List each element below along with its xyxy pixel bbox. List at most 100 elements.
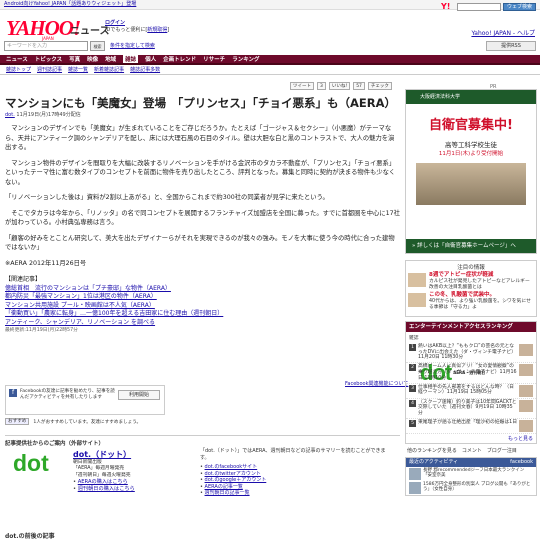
ranking-thumbnail <box>519 399 533 412</box>
related-link[interactable]: アンティーク、シャンデリア、リノベーション を調べる <box>5 319 155 326</box>
tweet-button[interactable]: ツイート <box>290 82 314 90</box>
subnav-item-1[interactable]: 週刊誌記事 <box>37 66 62 74</box>
ranking-thumbnail <box>519 419 533 432</box>
source-right-link[interactable]: dot.のgoogle＋アカウント <box>205 477 267 483</box>
like-button[interactable]: いいね! <box>328 82 351 90</box>
feature-item[interactable]: 8週でアトピー症状が軽減 カルピス社が発見したアトピーなどアレルギー改善の大注目乳… <box>408 272 534 290</box>
ad-link[interactable]: » 詳しくは「自衛官募集ホームページ」へ <box>406 239 536 253</box>
ranking-text: （スクープ速報）釣り美子は10年間GACKTと交際していた（週刊文春）9月19日… <box>418 399 517 417</box>
related-item: 都内防災「最強マンション」1位は港区の物件（AERA） <box>5 293 400 302</box>
ranking-thumbnail <box>519 364 533 377</box>
activity-text: 1586万円全身整形の別案人 ブログ公開も「ありがとう」（女性自身） <box>423 481 531 493</box>
related-heading: 【関連記事】 <box>5 276 42 283</box>
source-link[interactable]: dot. <box>5 112 15 118</box>
feature-title-text: 8週でアトピー症状が軽減 <box>429 272 494 278</box>
article-paragraph: そこでタカラは今年から、「リノッタ」の名で同コンセプトを展開するフランチャイズ加… <box>5 209 400 227</box>
feature-thumbnail <box>408 273 426 287</box>
ranking-item[interactable]: 3 仕事相手の先人部署をするはどんな時？（日経ウーマン）11月19日 15時05分 <box>406 384 536 399</box>
facebook-start-button[interactable]: 利用開始 <box>118 390 160 400</box>
related-link[interactable]: マンション共用施設 プール・映画館は不人気（AERA） <box>5 302 155 309</box>
source-intro: 「dot.（ドット）」ではAERA、週刊朝日などの記事のサマリーを読むことができ… <box>200 448 386 461</box>
subnav-item-4[interactable]: 雑誌記事多数 <box>130 66 160 74</box>
nav-item-0[interactable]: ニュース <box>6 55 28 63</box>
subnav-item-0[interactable]: 雑誌トップ <box>6 66 31 74</box>
section-title[interactable]: ニュース <box>70 22 110 37</box>
feature-title: 注目の情報 <box>457 265 485 271</box>
nav-item-1[interactable]: トピックス <box>35 55 62 63</box>
publish-time: 11月19日(月)17時49分配信 <box>14 112 81 118</box>
related-link[interactable]: 億総首相 流行のマンションは「プチ豪邸」な物件（AERA） <box>5 285 171 292</box>
keyword-search-button[interactable]: 検索 <box>90 41 105 51</box>
help-link[interactable]: Yahoo! JAPAN - ヘルプ <box>471 28 535 37</box>
ranking-item[interactable]: 5 東尾理子が語る壮絶出産「理沙初の妊娠は1日 <box>406 419 536 434</box>
recommend-button[interactable]: おすすめ <box>5 418 30 425</box>
feature-item[interactable]: この冬、乳酸菌で武装中。 40代からは、より強い乳酸菌を。シワを気にせる季節は「守… <box>408 292 534 310</box>
activity-text: 長野 郡recommendedジーフ日本最大ランクイン「安室奈美 <box>423 467 525 479</box>
ranking-more-link[interactable]: もっと見る <box>406 434 536 443</box>
login-link[interactable]: ログイン <box>105 20 125 26</box>
activity-box: 最近のアクティビティ facebook 長野 郡recommendedジーフ日本最… <box>405 456 537 496</box>
facebook-related-link[interactable]: Facebook関連機能について <box>345 380 408 387</box>
related-item: マンション共用施設 プール・映画館は不人気（AERA） <box>5 302 400 311</box>
source-heading: 記事提供社からのご案内（外部サイト） <box>5 441 105 447</box>
ranking-item[interactable]: 2 高橋ビーム人に真似アリ！“女の愛情観察”の乗り越え方（ダ・ヴィンチ電子ナビ）1… <box>406 363 536 384</box>
dot-logo-large[interactable]: dot <box>13 450 58 490</box>
nav-item-5[interactable]: 雑誌 <box>123 55 139 63</box>
ranking-text: 熱いはAKB以上？“ももクロ”の芸名の元となったDVに出会えた（ダ・ヴィンチ電子… <box>418 343 517 361</box>
source-right-link[interactable]: dot.のtwitterアカウント <box>205 471 261 477</box>
ranking-heading: エンターテインメントアクセスランキング <box>406 321 536 332</box>
ranking-number: 4 <box>409 399 416 407</box>
ranking-number: 2 <box>409 364 416 372</box>
advanced-search-link[interactable]: 条件を指定して検索 <box>110 42 155 49</box>
promo-link[interactable]: Android向けYahoo! JAPAN「話題ありウィジェット」登場 <box>4 1 136 7</box>
ranking-text: 高橋ビーム人に真似アリ！“女の愛情観察”の乗り越え方（ダ・ヴィンチ電子ナビ）11… <box>418 364 517 381</box>
related-item: 億総首相 流行のマンションは「プチ豪邸」な物件（AERA） <box>5 285 400 294</box>
facebook-text: Facebookの友達に記事を勧めたり、記事を読んだアクティビティを共有したりし… <box>20 389 115 400</box>
ranking-number: 3 <box>409 384 416 392</box>
other-rankings[interactable]: 他のランキングを見る コメント ブログ一注目 <box>405 447 537 454</box>
check-button[interactable]: チェック <box>367 82 392 90</box>
subnav-item-2[interactable]: 雑誌一覧 <box>68 66 88 74</box>
nav-item-8[interactable]: リサーチ <box>203 55 225 63</box>
keyword-input[interactable]: キーワードを入力 <box>4 41 88 51</box>
feature-box: 注目の情報 8週でアトピー症状が軽減 カルピス社が発見したアトピーなどアレルギー改… <box>405 260 537 317</box>
rss-button[interactable]: 提供RSS <box>486 41 536 51</box>
related-link[interactable]: 都内防災「最強マンション」1位は港区の物件（AERA） <box>5 293 157 300</box>
article-paragraph: ※AERA 2012年11月26日号 <box>5 259 87 267</box>
login-area: ログイン IDでもっと便利に[新規取得] <box>105 20 170 33</box>
nav-item-9[interactable]: ランキング <box>232 55 259 63</box>
recommend-text: 1人がおすすめしています。友達にすすめましょう。 <box>33 419 142 425</box>
source-right-link[interactable]: 週刊朝日の記事一覧 <box>205 490 250 496</box>
ad-banner[interactable]: 大阪経済法科大学 自衛官募集中! 高等工科学校生徒 11月1日(木)より受付開始… <box>405 89 537 254</box>
nav-item-2[interactable]: 写真 <box>69 55 80 63</box>
ranking-item[interactable]: 4 （スクープ速報）釣り美子は10年間GACKTと交際していた（週刊文春）9月19… <box>406 399 536 419</box>
recommend-row: おすすめ 1人がおすすめしています。友達にすすめましょう。 <box>5 418 141 425</box>
nav-item-6[interactable]: 個人 <box>145 55 156 63</box>
activity-item[interactable]: 長野 郡recommendedジーフ日本最大ランクイン「安室奈美 <box>406 467 536 481</box>
tweet-count: 3 <box>317 82 326 90</box>
related-link[interactable]: 「衝動買い」「農家に転身」…一億100年を超える吉田家に住む理由（週刊朝日） <box>5 310 223 317</box>
article-body: マンションのデザインでも「美魔女」が生まれていることをご存じだろうか。たとえば「… <box>5 124 400 268</box>
source-name[interactable]: dot.（ドット） <box>73 449 131 460</box>
article-paragraph: 「顧客の好みをとことん研究して、美大を出たデザイナーらがそれを実現できるのが我々… <box>5 234 395 252</box>
activity-item[interactable]: 1586万円全身整形の別案人 ブログ公開も「ありがとう」（女性自身） <box>406 481 536 495</box>
ranking-text: 仕事相手の先人部署をするはどんな時？（日経ウーマン）11月19日 15時05分 <box>418 384 514 396</box>
feature-desc: 40代からは、より強い乳酸菌を。シワを気にせる季節は「守る力」よ <box>429 299 531 310</box>
shukan-purchase-link[interactable]: 週刊朝日の購入はこちら <box>78 486 135 492</box>
source-right-link[interactable]: dot.のfacebookサイト <box>205 464 258 470</box>
signup-link[interactable]: 新規取得 <box>147 27 167 33</box>
ranking-number: 1 <box>409 343 416 351</box>
source-right: 「dot.（ドット）」ではAERA、週刊朝日などの記事のサマリーを読むことができ… <box>200 448 390 497</box>
ad-photo <box>416 163 526 205</box>
nav-item-7[interactable]: 企画トレンド <box>163 55 196 63</box>
source-right-link[interactable]: AERAの記事一覧 <box>205 484 243 490</box>
like-count: 57 <box>353 82 365 90</box>
social-buttons: ツイート 3 いいね! 57 チェック <box>290 82 392 90</box>
nav-item-4[interactable]: 地域 <box>105 55 116 63</box>
nav-item-3[interactable]: 映像 <box>87 55 98 63</box>
subnav-item-3[interactable]: 新着雑誌記事 <box>94 66 124 74</box>
aera-purchase-link[interactable]: AERAの購入はこちら <box>78 479 128 485</box>
activity-avatar <box>409 467 421 480</box>
ad-date: 11月1日(木)より受付開始 <box>438 151 504 157</box>
ranking-item[interactable]: 1 熱いはAKB以上？“ももクロ”の芸名の元となったDVに出会えた（ダ・ヴィンチ電… <box>406 343 536 364</box>
